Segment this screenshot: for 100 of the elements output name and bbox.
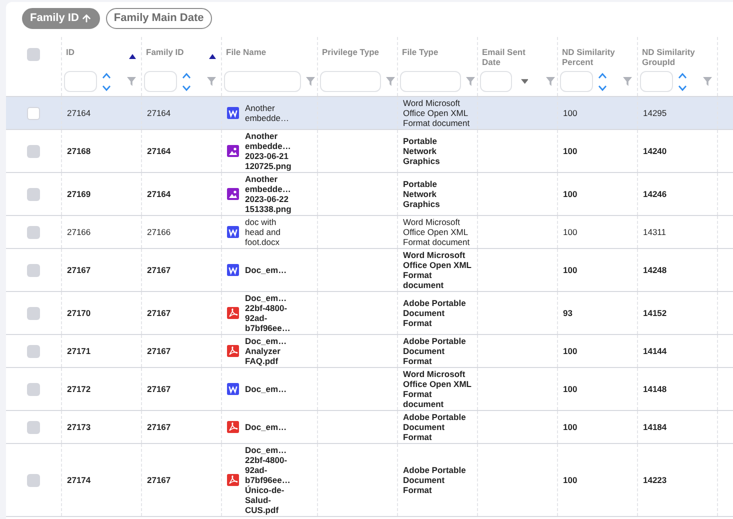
spinner-arrows-icon[interactable] <box>598 72 607 92</box>
number-filter-field[interactable] <box>560 71 593 92</box>
word-document-icon <box>227 383 239 395</box>
image-file-icon <box>227 145 239 157</box>
table-cell: 27167 <box>147 346 171 356</box>
column-title: File Name <box>226 47 266 57</box>
table-cell: 27174 <box>67 475 91 485</box>
file-name: Doc_em… 22bf-4800- 92ad- b7bf96ee… <box>245 293 290 333</box>
spinner-arrows-icon[interactable] <box>102 72 111 92</box>
table-cell: 14311 <box>643 227 666 237</box>
table-row[interactable]: 27168 27164 Another embedde… 2023-06-21 120725.png Portable Network Graphics 100 14240 <box>6 130 733 173</box>
column-title: ND Similarity Percent <box>562 47 616 67</box>
spinner-arrows-icon[interactable] <box>182 72 191 92</box>
table-cell: Word Microsoft Office Open XML Format document <box>403 250 472 290</box>
column-title: ID <box>66 47 74 57</box>
table-cell: 100 <box>563 384 578 394</box>
table-cell-text: Portable Network Graphics <box>403 179 441 209</box>
row-checkbox[interactable] <box>27 144 40 158</box>
sort-up-icon <box>129 54 136 59</box>
table-row[interactable]: 27167 27167 Doc_em… Word Microsoft Office Open XML Format document 100 14248 <box>6 249 733 292</box>
table-cell: Word Microsoft Office Open XML Format document <box>403 217 470 247</box>
row-checkbox[interactable] <box>27 382 40 396</box>
table-cell: 100 <box>563 265 578 275</box>
table-row[interactable]: 27171 27167 Doc_em… Analyzer FAQ.pdf Adobe Portable Document Format 100 14144 <box>6 335 733 368</box>
table-cell: Adobe Portable Document Format <box>403 465 466 495</box>
table-cell: 27167 <box>147 475 171 485</box>
column-title: File Type <box>402 47 438 57</box>
table-cell: 14144 <box>643 346 667 356</box>
filter-icon[interactable] <box>466 77 475 86</box>
table-cell: 14248 <box>643 265 667 275</box>
table-cell: 14223 <box>643 475 667 485</box>
table-cell: 100 <box>563 108 578 118</box>
dropdown-caret-icon[interactable] <box>520 79 528 84</box>
table-cell: 27164 <box>147 146 171 156</box>
file-name: Doc_em… 22bf-4800- 92ad- b7bf96ee… Único-de- Salud- CUS.pdf <box>245 445 290 515</box>
table-cell: 100 <box>563 227 578 237</box>
row-checkbox[interactable] <box>27 188 40 200</box>
table-cell: 27167 <box>67 265 91 275</box>
table-cell: 14184 <box>643 422 667 432</box>
table-cell: Word Microsoft Office Open XML Format document <box>403 369 472 409</box>
table-row[interactable]: 27170 27167 Doc_em… 22bf-4800- 92ad- b7bf96ee… Adobe Portable Document Format 93 14152 <box>6 292 733 335</box>
table-row[interactable]: 27173 27167 Doc_em… Adobe Portable Document Format 100 14184 <box>6 411 733 444</box>
table-cell: 27169 <box>67 189 91 199</box>
filter-icon[interactable] <box>703 77 712 86</box>
table-cell: 14240 <box>643 146 667 156</box>
filter-icon[interactable] <box>546 77 555 86</box>
row-checkbox[interactable] <box>27 306 40 320</box>
table-cell: 27167 <box>147 265 171 275</box>
table-row[interactable]: 27164 27164 Another embedde… Word Microsoft Office Open XML Format document 100 14295 <box>6 97 733 130</box>
table-cell: 27164 <box>147 108 171 118</box>
table-cell: 14152 <box>643 308 667 318</box>
filter-icon[interactable] <box>623 77 632 86</box>
number-filter-field[interactable] <box>640 71 673 92</box>
filter-icon[interactable] <box>306 77 315 86</box>
table-cell: 27166 <box>147 227 171 237</box>
row-checkbox[interactable] <box>27 344 40 358</box>
filter-icon[interactable] <box>207 77 216 86</box>
row-checkbox[interactable] <box>27 474 40 486</box>
date-filter-field[interactable] <box>480 71 512 92</box>
word-document-icon <box>227 226 239 238</box>
table-cell: 27170 <box>67 308 91 318</box>
table-row[interactable]: 27172 27167 Doc_em… Word Microsoft Office Open XML Format document 100 14148 <box>6 368 733 411</box>
column-title: Family ID <box>146 47 184 57</box>
table-row[interactable]: 27169 27164 Another embedde… 2023-06-22 151338.png Portable Network Graphics 100 14246 <box>6 173 733 216</box>
text-filter-field[interactable] <box>224 71 301 92</box>
column-title: ND Similarity GroupId <box>642 47 696 67</box>
table-cell: 100 <box>563 189 578 199</box>
table-cell: 27171 <box>67 346 91 356</box>
file-name: Doc_em… Analyzer FAQ.pdf <box>245 336 287 366</box>
table-row[interactable]: 27174 27167 Doc_em… 22bf-4800- 92ad- b7bf96ee… Único-de- Salud- CUS.pdf Adobe Portable Document Format 100 14223 <box>6 444 733 517</box>
text-filter-field[interactable] <box>320 71 381 92</box>
select-all-checkbox[interactable] <box>27 48 40 61</box>
table-cell: 27167 <box>147 384 171 394</box>
row-checkbox[interactable] <box>27 420 40 434</box>
file-name: Another embedde… <box>245 103 289 123</box>
table-cell: 100 <box>563 475 578 485</box>
sort-up-icon <box>209 54 216 59</box>
table-cell: Adobe Portable Document Format <box>403 412 466 442</box>
table-cell: 27164 <box>67 108 91 118</box>
filter-icon[interactable] <box>386 77 395 86</box>
row-checkbox[interactable] <box>27 264 40 276</box>
table-cell: Word Microsoft Office Open XML Format document <box>403 98 470 128</box>
sort-chip[interactable]: Family Main Date <box>106 8 212 29</box>
file-name: Another embedde… 2023-06-22 151338.png <box>245 174 292 214</box>
number-filter-field[interactable] <box>144 71 177 92</box>
row-checkbox[interactable] <box>27 106 40 120</box>
table-cell-text: Portable Network Graphics <box>403 136 441 166</box>
column-title: Privilege Type <box>322 47 380 57</box>
column-title: Email Sent Date <box>482 47 526 67</box>
table-cell: 27173 <box>67 422 91 432</box>
table-cell: 14148 <box>643 384 667 394</box>
table-cell: 27172 <box>67 384 91 394</box>
filter-icon[interactable] <box>127 77 136 86</box>
table-cell: 27167 <box>147 308 171 318</box>
row-checkbox[interactable] <box>27 226 40 238</box>
text-filter-field[interactable] <box>400 71 461 92</box>
spinner-arrows-icon[interactable] <box>678 72 687 92</box>
table-cell: 27168 <box>67 146 91 156</box>
number-filter-field[interactable] <box>64 71 97 92</box>
table-row[interactable]: 27166 27166 doc with head and foot.docx Word Microsoft Office Open XML Format document 100 14311 <box>6 216 733 249</box>
